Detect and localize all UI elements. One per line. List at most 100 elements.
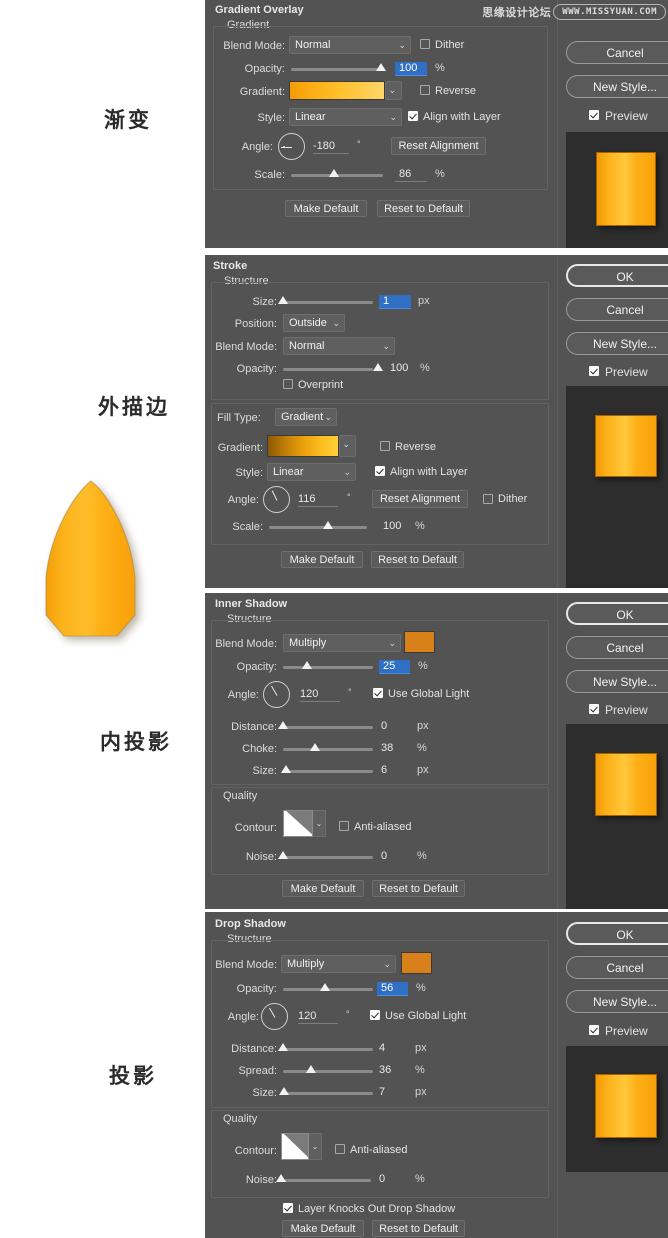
reverse-checkbox[interactable] bbox=[380, 441, 390, 451]
opacity-value[interactable]: 100 bbox=[388, 362, 418, 375]
preview-checkbox[interactable] bbox=[589, 704, 599, 714]
noise-slider-track[interactable] bbox=[281, 1179, 371, 1182]
size-value[interactable]: 6 bbox=[379, 764, 409, 777]
opacity-slider-track[interactable] bbox=[283, 666, 373, 669]
opacity-slider-knob[interactable] bbox=[373, 363, 383, 371]
ok-button[interactable]: OK bbox=[566, 922, 668, 945]
new-style-button[interactable]: New Style... bbox=[566, 670, 668, 693]
opacity-slider-knob[interactable] bbox=[302, 661, 312, 669]
angle-value[interactable]: 116 bbox=[298, 493, 338, 507]
opacity-slider-track[interactable] bbox=[283, 368, 373, 371]
noise-slider-knob[interactable] bbox=[276, 1174, 286, 1182]
spread-value[interactable]: 36 bbox=[377, 1064, 407, 1077]
gradient-picker-dropdown[interactable]: ⌄ bbox=[385, 81, 402, 100]
scale-value[interactable]: 100 bbox=[381, 520, 411, 533]
shadow-color-swatch[interactable] bbox=[404, 631, 435, 653]
style-select[interactable]: Linear ⌄ bbox=[267, 463, 356, 481]
preview-checkbox[interactable] bbox=[589, 366, 599, 376]
size-slider-track[interactable] bbox=[283, 770, 373, 773]
angle-dial[interactable] bbox=[261, 1003, 288, 1030]
make-default-button[interactable]: Make Default bbox=[282, 1220, 364, 1237]
angle-value[interactable]: -180 bbox=[313, 140, 349, 154]
angle-dial[interactable] bbox=[263, 486, 290, 513]
shadow-color-swatch[interactable] bbox=[401, 952, 432, 974]
size-slider-knob[interactable] bbox=[279, 1087, 289, 1095]
style-select[interactable]: Linear ⌄ bbox=[289, 108, 402, 126]
noise-value[interactable]: 0 bbox=[379, 850, 409, 863]
gradient-picker-dropdown[interactable]: ⌄ bbox=[339, 435, 356, 457]
new-style-button[interactable]: New Style... bbox=[566, 990, 668, 1013]
make-default-button[interactable]: Make Default bbox=[281, 551, 363, 568]
fill-type-select[interactable]: Gradient ⌄ bbox=[275, 408, 337, 426]
opacity-value[interactable]: 56 bbox=[377, 982, 408, 996]
size-value[interactable]: 1 bbox=[379, 295, 411, 309]
choke-slider-knob[interactable] bbox=[310, 743, 320, 751]
new-style-button[interactable]: New Style... bbox=[566, 75, 668, 98]
align-with-layer-checkbox[interactable] bbox=[375, 466, 385, 476]
gradient-swatch[interactable] bbox=[289, 81, 385, 100]
angle-value[interactable]: 120 bbox=[300, 688, 340, 702]
overprint-checkbox[interactable] bbox=[283, 379, 293, 389]
make-default-button[interactable]: Make Default bbox=[285, 200, 367, 217]
cancel-button[interactable]: Cancel bbox=[566, 298, 668, 321]
blend-mode-select[interactable]: Multiply ⌄ bbox=[281, 955, 396, 973]
preview-checkbox[interactable] bbox=[589, 1025, 599, 1035]
angle-dial[interactable] bbox=[278, 133, 305, 160]
reverse-checkbox[interactable] bbox=[420, 85, 430, 95]
gradient-swatch[interactable] bbox=[267, 435, 339, 457]
distance-value[interactable]: 4 bbox=[377, 1042, 407, 1055]
blend-mode-select[interactable]: Normal ⌄ bbox=[283, 337, 395, 355]
size-slider-knob[interactable] bbox=[278, 296, 288, 304]
opacity-slider-knob[interactable] bbox=[376, 63, 386, 71]
distance-slider-knob[interactable] bbox=[278, 721, 288, 729]
noise-value[interactable]: 0 bbox=[377, 1173, 407, 1186]
layer-knockout-checkbox[interactable] bbox=[283, 1203, 293, 1213]
scale-slider-knob[interactable] bbox=[329, 169, 339, 177]
scale-slider-knob[interactable] bbox=[323, 521, 333, 529]
blend-mode-select[interactable]: Multiply ⌄ bbox=[283, 634, 401, 652]
noise-slider-knob[interactable] bbox=[278, 851, 288, 859]
scale-value[interactable]: 86 bbox=[395, 168, 427, 182]
choke-slider-track[interactable] bbox=[283, 748, 373, 751]
contour-preview[interactable] bbox=[283, 810, 313, 837]
noise-slider-track[interactable] bbox=[283, 856, 373, 859]
opacity-slider-track[interactable] bbox=[291, 68, 383, 71]
spread-slider-track[interactable] bbox=[283, 1070, 373, 1073]
use-global-light-checkbox[interactable] bbox=[373, 688, 383, 698]
contour-preview[interactable] bbox=[281, 1133, 309, 1160]
size-value[interactable]: 7 bbox=[377, 1086, 407, 1099]
reset-to-default-button[interactable]: Reset to Default bbox=[377, 200, 470, 217]
contour-dropdown[interactable]: ⌄ bbox=[313, 810, 326, 837]
cancel-button[interactable]: Cancel bbox=[566, 636, 668, 659]
make-default-button[interactable]: Make Default bbox=[282, 880, 364, 897]
spread-slider-knob[interactable] bbox=[306, 1065, 316, 1073]
use-global-light-checkbox[interactable] bbox=[370, 1010, 380, 1020]
opacity-slider-knob[interactable] bbox=[320, 983, 330, 991]
opacity-value[interactable]: 25 bbox=[379, 660, 410, 674]
opacity-value[interactable]: 100 bbox=[395, 62, 427, 76]
choke-value[interactable]: 38 bbox=[379, 742, 409, 755]
angle-value[interactable]: 120 bbox=[298, 1010, 338, 1024]
new-style-button[interactable]: New Style... bbox=[566, 332, 668, 355]
position-select[interactable]: Outside ⌄ bbox=[283, 314, 345, 332]
cancel-button[interactable]: Cancel bbox=[566, 956, 668, 979]
distance-slider-track[interactable] bbox=[283, 726, 373, 729]
cancel-button[interactable]: Cancel bbox=[566, 41, 668, 64]
contour-dropdown[interactable]: ⌄ bbox=[309, 1133, 322, 1160]
ok-button[interactable]: OK bbox=[566, 602, 668, 625]
angle-dial[interactable] bbox=[263, 681, 290, 708]
scale-slider-track[interactable] bbox=[269, 526, 367, 529]
distance-slider-knob[interactable] bbox=[278, 1043, 288, 1051]
size-slider-knob[interactable] bbox=[281, 765, 291, 773]
anti-aliased-checkbox[interactable] bbox=[335, 1144, 345, 1154]
reset-alignment-button[interactable]: Reset Alignment bbox=[372, 490, 468, 508]
preview-checkbox[interactable] bbox=[589, 110, 599, 120]
dither-checkbox[interactable] bbox=[483, 494, 493, 504]
reset-to-default-button[interactable]: Reset to Default bbox=[372, 1220, 465, 1237]
size-slider-track[interactable] bbox=[283, 1092, 373, 1095]
reset-to-default-button[interactable]: Reset to Default bbox=[372, 880, 465, 897]
anti-aliased-checkbox[interactable] bbox=[339, 821, 349, 831]
reset-to-default-button[interactable]: Reset to Default bbox=[371, 551, 464, 568]
distance-value[interactable]: 0 bbox=[379, 720, 409, 733]
align-with-layer-checkbox[interactable] bbox=[408, 111, 418, 121]
